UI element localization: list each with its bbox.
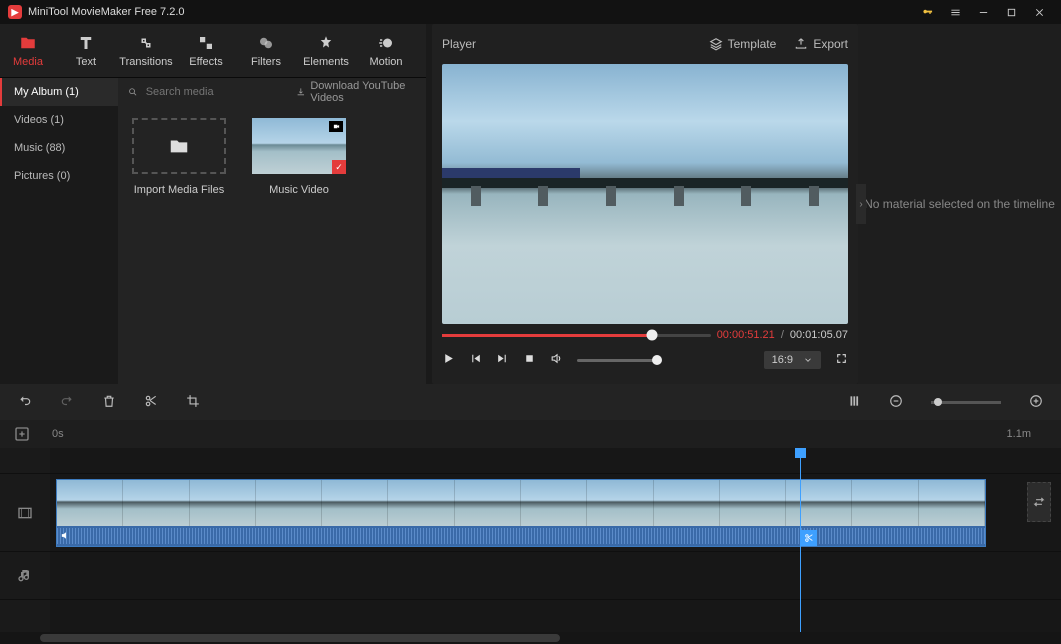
tab-label: Text	[76, 56, 96, 68]
tab-text[interactable]: Text	[56, 24, 116, 77]
ruler-end: 1.1m	[1007, 428, 1031, 440]
maximize-button[interactable]	[997, 0, 1025, 24]
video-clip[interactable]	[56, 479, 986, 547]
card-label: Music Video	[269, 184, 329, 196]
preview-title: Player	[442, 37, 476, 51]
volume-knob[interactable]	[652, 355, 662, 365]
total-time: 00:01:05.07	[790, 329, 848, 341]
tab-label: Elements	[303, 56, 349, 68]
app-logo: ▶	[8, 5, 22, 19]
delete-button[interactable]	[102, 394, 116, 411]
layers-icon	[709, 37, 723, 51]
timeline-scrollbar[interactable]	[0, 632, 1061, 644]
app-title: MiniTool MovieMaker Free 7.2.0	[28, 6, 185, 18]
fullscreen-button[interactable]	[835, 352, 848, 368]
title-bar: ▶ MiniTool MovieMaker Free 7.2.0	[0, 0, 1061, 24]
preview-video[interactable]	[442, 64, 848, 324]
sidebar-item-my-album[interactable]: My Album (1)	[0, 78, 118, 106]
main-toolbar: Media Text Transitions Effects Filters E…	[0, 24, 426, 78]
next-frame-button[interactable]	[496, 352, 509, 368]
add-track-button[interactable]	[14, 426, 30, 442]
swap-tracks-button[interactable]	[1027, 482, 1051, 522]
folder-icon	[168, 135, 190, 157]
undo-button[interactable]	[18, 394, 32, 411]
aspect-value: 16:9	[772, 354, 793, 366]
tab-motion[interactable]: Motion	[356, 24, 416, 77]
export-icon	[794, 37, 808, 51]
preview-panel: Player Template Export 00:00:51.21 / 00:…	[432, 24, 858, 384]
redo-button[interactable]	[60, 394, 74, 411]
tab-elements[interactable]: Elements	[296, 24, 356, 77]
close-button[interactable]	[1025, 0, 1053, 24]
seek-bar[interactable]	[442, 334, 711, 337]
track-area[interactable]	[50, 448, 1061, 632]
sidebar-item-videos[interactable]: Videos (1)	[0, 106, 118, 134]
volume-slider[interactable]	[577, 359, 657, 362]
chevron-down-icon	[803, 355, 813, 365]
timeline-panel: 0s 1.1m	[0, 384, 1061, 644]
tab-label: Filters	[251, 56, 281, 68]
split-button[interactable]	[144, 394, 158, 411]
media-item-music-video[interactable]: ✓ Music Video	[250, 118, 348, 196]
search-input[interactable]	[146, 86, 288, 98]
tab-label: Transitions	[119, 56, 172, 68]
panel-expand-button[interactable]: ›	[856, 184, 866, 224]
license-key-button[interactable]	[913, 0, 941, 24]
import-media-card[interactable]: Import Media Files	[130, 118, 228, 196]
zoom-slider[interactable]	[931, 401, 1001, 404]
template-label: Template	[728, 37, 777, 51]
clip-speaker-icon	[60, 530, 71, 544]
video-track-icon	[0, 474, 50, 552]
play-button[interactable]	[442, 352, 455, 368]
zoom-knob[interactable]	[934, 398, 942, 406]
crop-button[interactable]	[186, 394, 200, 411]
minimize-button[interactable]	[969, 0, 997, 24]
tab-label: Motion	[369, 56, 402, 68]
aspect-ratio-dropdown[interactable]: 16:9	[764, 351, 821, 369]
volume-button[interactable]	[550, 352, 563, 368]
properties-panel: › No material selected on the timeline	[858, 24, 1061, 384]
tab-filters[interactable]: Filters	[236, 24, 296, 77]
audio-track-icon	[0, 552, 50, 600]
media-content: Download YouTube Videos Import Media Fil…	[118, 78, 426, 384]
timeline-ruler[interactable]: 0s 1.1m	[0, 420, 1061, 448]
zoom-in-button[interactable]	[1029, 394, 1043, 411]
time-separator: /	[781, 329, 784, 341]
split-marker-icon[interactable]	[801, 530, 817, 546]
current-time: 00:00:51.21	[717, 329, 775, 341]
video-type-icon	[329, 121, 343, 132]
download-youtube-button[interactable]: Download YouTube Videos	[296, 80, 416, 104]
export-button[interactable]: Export	[794, 37, 848, 51]
search-icon	[128, 86, 138, 98]
media-categories: My Album (1) Videos (1) Music (88) Pictu…	[0, 78, 118, 384]
stop-button[interactable]	[523, 352, 536, 368]
sidebar-item-music[interactable]: Music (88)	[0, 134, 118, 162]
selected-check-icon: ✓	[332, 160, 346, 174]
tab-media[interactable]: Media	[0, 24, 56, 77]
card-label: Import Media Files	[134, 184, 224, 196]
playhead[interactable]	[800, 448, 801, 632]
zoom-out-button[interactable]	[889, 394, 903, 411]
tab-label: Media	[13, 56, 43, 68]
seek-knob[interactable]	[646, 330, 657, 341]
ruler-start: 0s	[52, 428, 64, 440]
download-label: Download YouTube Videos	[310, 80, 416, 104]
download-icon	[296, 86, 306, 98]
prev-frame-button[interactable]	[469, 352, 482, 368]
tab-label: Effects	[189, 56, 222, 68]
menu-button[interactable]	[941, 0, 969, 24]
sidebar-item-pictures[interactable]: Pictures (0)	[0, 162, 118, 190]
template-button[interactable]: Template	[709, 37, 777, 51]
speed-button[interactable]	[847, 394, 861, 411]
tab-transitions[interactable]: Transitions	[116, 24, 176, 77]
scrollbar-thumb[interactable]	[40, 634, 560, 642]
tab-effects[interactable]: Effects	[176, 24, 236, 77]
export-label: Export	[813, 37, 848, 51]
media-panel: Media Text Transitions Effects Filters E…	[0, 24, 426, 384]
no-selection-message: No material selected on the timeline	[864, 197, 1055, 211]
